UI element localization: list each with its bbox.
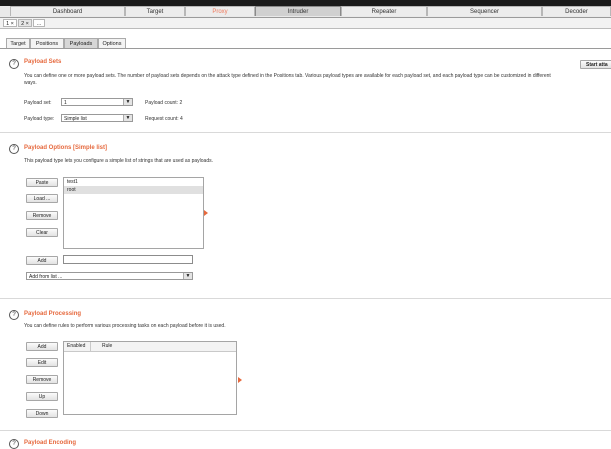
tab-target[interactable]: Target	[125, 6, 185, 16]
help-icon[interactable]: ?	[9, 59, 19, 69]
payload-type-select[interactable]: Simple list ▼	[61, 114, 133, 122]
intruder-attack-tabs: 1 × 2 × ...	[0, 18, 611, 29]
payload-options-title: Payload Options [Simple list]	[24, 145, 108, 151]
chevron-down-icon: ▼	[123, 115, 132, 121]
payload-type-label: Payload type:	[24, 116, 55, 122]
tab-repeater[interactable]: Repeater	[341, 6, 427, 16]
chevron-down-icon: ▼	[183, 273, 192, 279]
new-attack-tab[interactable]: ...	[33, 19, 45, 27]
add-payload-input[interactable]	[63, 255, 193, 264]
column-divider	[90, 342, 91, 351]
processing-rules-table[interactable]: Enabled Rule	[63, 341, 237, 415]
table-header: Enabled Rule	[64, 342, 236, 352]
payload-sets-title: Payload Sets	[24, 59, 62, 65]
start-attack-button[interactable]: Start atta	[580, 60, 611, 69]
payload-set-select[interactable]: 1 ▼	[61, 98, 133, 106]
tab-sequencer[interactable]: Sequencer	[427, 6, 542, 16]
payload-processing-description: You can define rules to perform various …	[24, 323, 226, 329]
remove-button[interactable]: Remove	[26, 211, 58, 220]
expand-arrow-icon[interactable]	[204, 210, 208, 216]
payload-options-description: This payload type lets you configure a s…	[24, 158, 213, 164]
section-divider	[0, 298, 611, 299]
payload-set-value: 1	[64, 100, 67, 106]
request-count-value: 4	[180, 116, 183, 122]
add-payload-button[interactable]: Add	[26, 256, 58, 265]
chevron-down-icon: ▼	[123, 99, 132, 105]
tab-proxy[interactable]: Proxy	[185, 6, 255, 16]
help-icon[interactable]: ?	[9, 310, 19, 320]
attack-tab-2[interactable]: 2 ×	[18, 19, 32, 27]
payload-set-label: Payload set:	[24, 100, 52, 106]
column-enabled[interactable]: Enabled	[67, 342, 85, 351]
edit-rule-button[interactable]: Edit	[26, 358, 58, 367]
list-item[interactable]: test1	[64, 178, 203, 186]
list-item[interactable]: root	[64, 186, 203, 194]
add-rule-button[interactable]: Add	[26, 342, 58, 351]
request-count-label: Request count: 4	[145, 116, 183, 122]
payload-encoding-title: Payload Encoding	[24, 440, 77, 446]
attack-tab-1[interactable]: 1 ×	[3, 19, 17, 27]
tab-intruder[interactable]: Intruder	[255, 6, 341, 16]
remove-rule-button[interactable]: Remove	[26, 375, 58, 384]
tab-decoder[interactable]: Decoder	[542, 6, 611, 16]
payload-count-value: 2	[179, 100, 183, 106]
payload-type-value: Simple list	[64, 116, 87, 122]
add-from-list-label: Add from list ...	[29, 274, 63, 280]
down-rule-button[interactable]: Down	[26, 409, 58, 418]
section-divider	[0, 132, 611, 133]
add-from-list-select[interactable]: Add from list ... ▼	[26, 272, 193, 280]
up-rule-button[interactable]: Up	[26, 392, 58, 401]
tab-divider	[0, 48, 611, 49]
help-icon[interactable]: ?	[9, 144, 19, 154]
payload-count-label: Payload count: 2	[145, 100, 183, 106]
expand-arrow-icon[interactable]	[238, 377, 242, 383]
payload-processing-title: Payload Processing	[24, 311, 82, 317]
clear-button[interactable]: Clear	[26, 228, 58, 237]
column-rule[interactable]: Rule	[102, 342, 112, 351]
tab-dashboard[interactable]: Dashboard	[10, 6, 125, 16]
main-tab-bar: Dashboard Target Proxy Intruder Repeater…	[0, 6, 611, 18]
tab-options[interactable]: Options	[98, 38, 126, 48]
payload-list[interactable]: test1 root	[63, 177, 204, 249]
section-divider	[0, 430, 611, 431]
payload-sets-description: You can define one or more payload sets.…	[24, 73, 551, 86]
paste-button[interactable]: Paste	[26, 178, 58, 187]
tab-payloads[interactable]: Payloads	[64, 38, 98, 48]
load-button[interactable]: Load ...	[26, 194, 58, 203]
tab-target-config[interactable]: Target	[6, 38, 30, 48]
tab-positions[interactable]: Positions	[30, 38, 64, 48]
